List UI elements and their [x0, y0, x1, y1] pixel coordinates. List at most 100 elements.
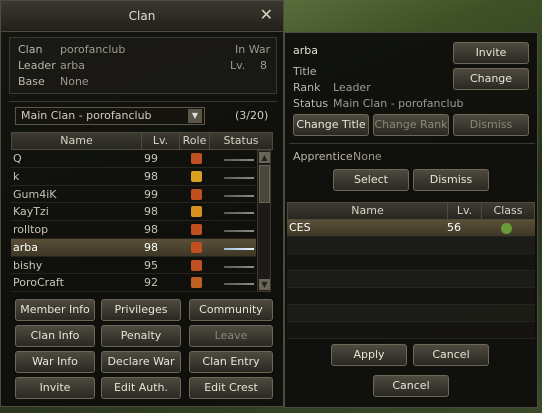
apprentice-dismiss-button[interactable]: Dismiss — [413, 169, 489, 191]
edit-crest-button[interactable]: Edit Crest — [189, 377, 273, 399]
role-icon — [191, 206, 202, 218]
clan-window-titlebar[interactable]: Clan ✕ — [1, 1, 283, 32]
table-row[interactable]: rolltop 98 — [11, 221, 256, 239]
table-row[interactable]: bishy 95 — [11, 257, 256, 275]
close-icon[interactable]: ✕ — [260, 1, 273, 29]
base-value: None — [60, 75, 89, 88]
declare-war-button[interactable]: Declare War — [101, 351, 181, 373]
scroll-thumb[interactable] — [259, 165, 270, 203]
apprentice-select-button[interactable]: Select — [333, 169, 409, 191]
col-name[interactable]: Name — [288, 203, 448, 219]
apprentice-name-cell: CES — [289, 221, 311, 234]
apprentice-table: Name Lv. Class CES 56 — [287, 202, 535, 342]
member-name-cell: Gum4iK — [13, 187, 57, 201]
table-row[interactable]: Gum4iK 99 — [11, 186, 256, 204]
col-status[interactable]: Status — [210, 133, 272, 149]
clan-label: Clan — [18, 43, 43, 56]
member-table-header: Name Lv. Role Status — [11, 132, 273, 150]
community-button[interactable]: Community — [189, 299, 273, 321]
offline-status-icon — [224, 194, 254, 197]
apprentice-label: Apprentice — [293, 150, 353, 163]
role-icon — [191, 170, 202, 182]
col-role[interactable]: Role — [180, 133, 210, 149]
empty-row — [287, 305, 535, 322]
scroll-up-icon[interactable]: ▲ — [259, 152, 270, 163]
role-icon — [191, 153, 202, 164]
offline-status-icon — [224, 265, 254, 268]
chevron-down-icon[interactable]: ▼ — [188, 109, 202, 123]
table-row[interactable]: k 98 — [11, 168, 256, 186]
member-name-cell: arba — [13, 240, 38, 254]
divider — [9, 101, 277, 102]
table-row[interactable]: KayTzi 98 — [11, 203, 256, 221]
clan-level-value: 8 — [260, 59, 267, 72]
privileges-button[interactable]: Privileges — [101, 299, 181, 321]
apprentice-level-cell: 56 — [447, 221, 461, 234]
table-row[interactable]: Q 99 — [11, 150, 256, 168]
clan-entry-button[interactable]: Clan Entry — [189, 351, 273, 373]
cancel-button[interactable]: Cancel — [373, 375, 449, 397]
apprentice-rows: CES 56 — [287, 220, 535, 340]
leader-name: arba — [60, 59, 85, 72]
apply-button[interactable]: Apply — [331, 344, 407, 366]
member-level-cell: 99 — [144, 187, 158, 201]
apprentice-value: None — [353, 150, 382, 163]
war-status: In War — [235, 43, 271, 56]
table-row[interactable]: PoroCraft 92 — [11, 274, 256, 292]
rank-label: Rank — [293, 81, 321, 94]
table-row[interactable]: CES 56 — [287, 220, 535, 237]
class-icon — [501, 223, 512, 234]
col-level[interactable]: Lv. — [142, 133, 180, 149]
change-title-button[interactable]: Change Title — [293, 114, 369, 136]
table-row[interactable]: arba 98 — [11, 238, 256, 257]
member-name-cell: k — [13, 169, 20, 183]
role-icon — [191, 188, 202, 200]
title-label: Title — [293, 65, 317, 78]
divider — [289, 143, 535, 144]
member-name: arba — [293, 44, 318, 57]
clan-info-box: Clan porofanclub In War Leader arba Lv. … — [9, 37, 277, 94]
status-value: Main Clan - porofanclub — [333, 97, 464, 110]
scroll-down-icon[interactable]: ▼ — [259, 279, 270, 290]
clan-name: porofanclub — [60, 43, 126, 56]
member-count: (3/20) — [235, 109, 269, 122]
empty-row — [287, 288, 535, 305]
member-level-cell: 98 — [144, 223, 158, 236]
member-name-cell: bishy — [13, 258, 43, 272]
member-info-button[interactable]: Member Info — [15, 299, 95, 321]
clan-info-button[interactable]: Clan Info — [15, 325, 95, 347]
empty-row — [287, 322, 535, 339]
col-name[interactable]: Name — [12, 133, 142, 149]
detail-invite-button[interactable]: Invite — [453, 42, 529, 64]
member-level-cell: 92 — [144, 276, 158, 290]
online-status-icon — [224, 247, 254, 250]
change-rank-button[interactable]: Change Rank — [373, 114, 449, 136]
member-level-cell: 95 — [144, 258, 158, 272]
member-name-cell: PoroCraft — [13, 276, 64, 290]
role-icon — [191, 224, 202, 235]
penalty-button[interactable]: Penalty — [101, 325, 181, 347]
col-level[interactable]: Lv. — [448, 203, 482, 219]
edit-auth-button[interactable]: Edit Auth. — [101, 377, 181, 399]
invite-button[interactable]: Invite — [15, 377, 95, 399]
subclan-dropdown-value: Main Clan - porofanclub — [21, 109, 152, 122]
col-class[interactable]: Class — [482, 203, 534, 219]
offline-status-icon — [224, 176, 254, 179]
subclan-dropdown[interactable]: Main Clan - porofanclub ▼ — [15, 107, 205, 125]
detail-dismiss-button[interactable]: Dismiss — [453, 114, 529, 136]
member-scrollbar[interactable]: ▲ ▼ — [257, 150, 271, 292]
role-icon — [191, 277, 202, 289]
member-table: Name Lv. Role Status Q 99 k 98 Gum4iK 99 KayTz… — [11, 132, 273, 292]
offline-status-icon — [224, 230, 254, 232]
leader-label: Leader — [18, 59, 56, 72]
footer-cancel-button[interactable]: Cancel — [413, 344, 489, 366]
base-label: Base — [18, 75, 45, 88]
change-button[interactable]: Change — [453, 68, 529, 90]
member-level-cell: 98 — [144, 169, 158, 183]
offline-status-icon — [224, 212, 254, 215]
member-name-cell: KayTzi — [13, 205, 49, 219]
leave-button[interactable]: Leave — [189, 325, 273, 347]
member-name-cell: rolltop — [13, 223, 49, 236]
war-info-button[interactable]: War Info — [15, 351, 95, 373]
rank-value: Leader — [333, 81, 371, 94]
